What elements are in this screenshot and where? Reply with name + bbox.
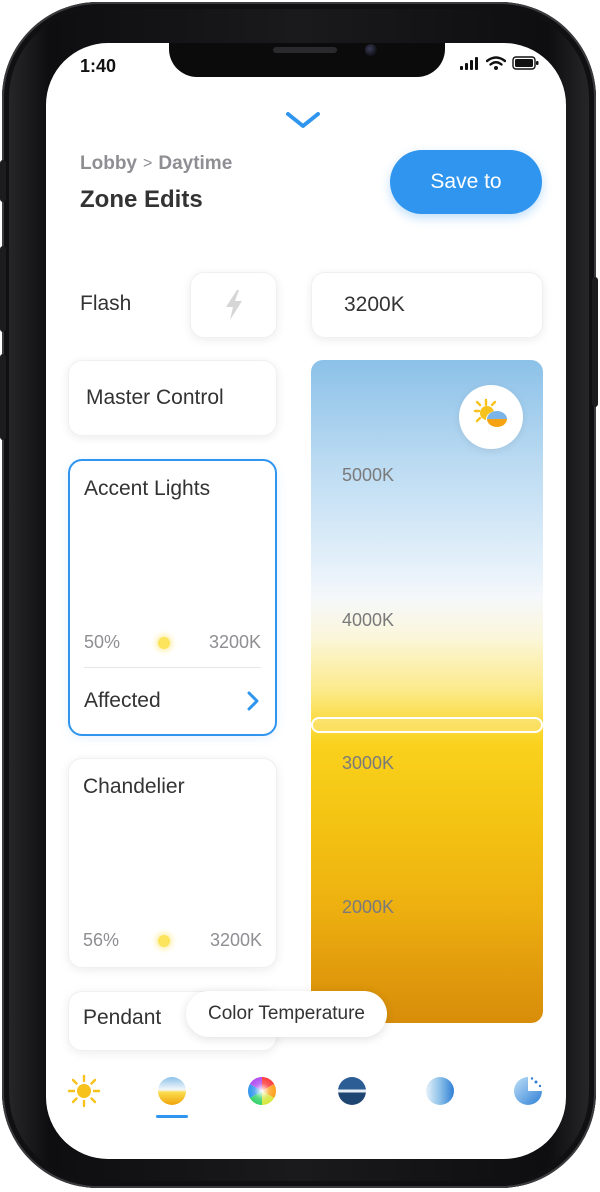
- mute-switch: [0, 160, 6, 202]
- warm-light-icon: [158, 636, 171, 649]
- temp-tick-2000k: 2000K: [342, 897, 395, 917]
- battery-icon: [512, 56, 539, 70]
- signal-icon: [460, 57, 478, 70]
- lightning-icon: [225, 290, 242, 320]
- flash-button[interactable]: [190, 272, 277, 338]
- tab-color-temperature[interactable]: [152, 1071, 192, 1111]
- status-icons: [460, 56, 540, 70]
- zone-title: Accent Lights: [84, 477, 211, 500]
- chevron-down-icon[interactable]: [283, 107, 323, 133]
- zone-accent-lights[interactable]: Accent Lights 50% 3200K Affected: [68, 459, 277, 736]
- speaker-grille: [273, 47, 337, 53]
- power-button: [592, 277, 598, 407]
- active-tab-indicator: [156, 1115, 188, 1118]
- temp-tick-3000k: 3000K: [342, 753, 395, 773]
- page-title: Zone Edits: [80, 186, 203, 213]
- temp-tick-5000k: 5000K: [342, 465, 395, 485]
- breadcrumb-item-daytime[interactable]: Daytime: [158, 153, 232, 175]
- save-to-button[interactable]: Save to: [390, 150, 542, 214]
- flash-label: Flash: [80, 292, 132, 315]
- zone-title: Pendant: [83, 1006, 162, 1029]
- tab-schedule[interactable]: [508, 1071, 548, 1111]
- zone-brightness: 56%: [83, 930, 120, 950]
- tab-scene-dark[interactable]: [332, 1071, 372, 1111]
- status-time: 1:40: [80, 56, 117, 76]
- app-screen: 1:40 Lobby > Daytime Zone Edits Save to …: [46, 43, 566, 1159]
- half-moon-icon: [338, 1077, 366, 1105]
- breadcrumb-separator: >: [143, 155, 153, 172]
- notch: [169, 43, 445, 77]
- color-temperature-slider[interactable]: 5000K 4000K 3000K 2000K: [311, 360, 543, 1023]
- zone-title: Chandelier: [83, 775, 185, 798]
- tab-color[interactable]: [242, 1071, 282, 1111]
- zone-temperature: 3200K: [209, 930, 262, 950]
- volume-down-button: [0, 354, 6, 440]
- affected-label: Affected: [84, 688, 161, 712]
- sun-cloud-icon[interactable]: [459, 385, 523, 449]
- tab-brightness[interactable]: [64, 1071, 104, 1111]
- zone-master-control[interactable]: Master Control: [68, 360, 277, 436]
- chevron-right-icon: [247, 691, 259, 710]
- temp-tick-4000k: 4000K: [342, 610, 395, 630]
- mode-tab-bar: [46, 1061, 566, 1133]
- affected-row[interactable]: Affected: [84, 667, 261, 734]
- warm-light-icon: [158, 934, 171, 947]
- tab-gradient[interactable]: [420, 1071, 460, 1111]
- wifi-icon: [486, 56, 506, 70]
- kelvin-value-field[interactable]: 3200K: [311, 272, 543, 338]
- front-camera: [365, 44, 377, 56]
- zone-stats: 56% 3200K: [83, 930, 262, 951]
- temperature-slider-handle[interactable]: [311, 717, 543, 733]
- zone-chandelier[interactable]: Chandelier 56% 3200K: [68, 758, 277, 968]
- phone-frame: 1:40 Lobby > Daytime Zone Edits Save to …: [0, 2, 598, 1188]
- sun-icon: [67, 1074, 101, 1108]
- color-temperature-icon: [158, 1077, 186, 1105]
- zone-stats: 50% 3200K: [84, 632, 261, 653]
- gradient-circle-icon: [426, 1077, 454, 1105]
- sun-cloud-glyph: [473, 398, 508, 427]
- volume-up-button: [0, 246, 6, 332]
- color-wheel-icon: [248, 1077, 276, 1105]
- zone-temperature: 3200K: [208, 632, 261, 652]
- breadcrumb-item-lobby[interactable]: Lobby: [80, 153, 137, 175]
- sun-moon-icon: [514, 1077, 542, 1105]
- zone-brightness: 50%: [84, 632, 121, 652]
- breadcrumb: Lobby > Daytime: [80, 153, 232, 175]
- color-temperature-tooltip: Color Temperature: [186, 991, 388, 1037]
